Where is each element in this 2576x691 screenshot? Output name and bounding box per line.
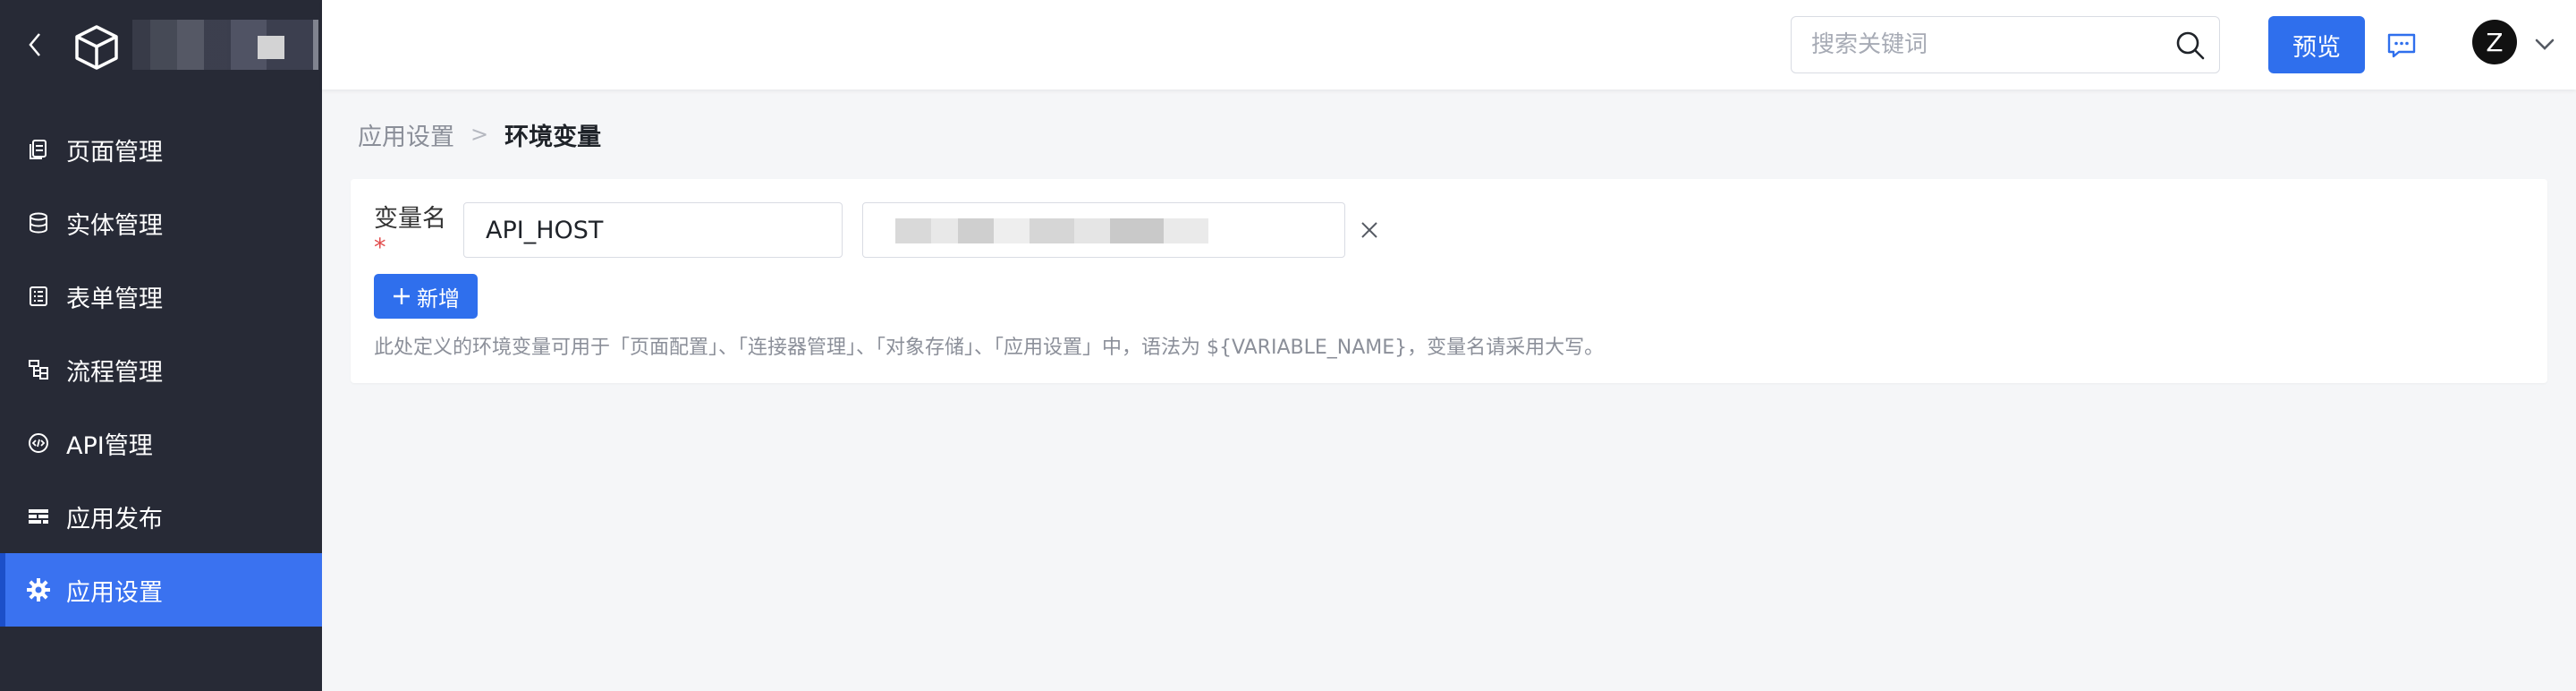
top-header: 预览 Z bbox=[322, 0, 2576, 90]
form-icon bbox=[25, 283, 52, 310]
add-variable-button[interactable]: 新增 bbox=[374, 274, 478, 319]
cube-logo-icon bbox=[75, 25, 118, 70]
variable-name-label: 变量名* bbox=[374, 205, 446, 261]
gear-icon bbox=[25, 576, 52, 603]
avatar[interactable]: Z bbox=[2472, 20, 2517, 64]
message-icon[interactable] bbox=[2386, 32, 2417, 59]
sidebar-item-label: 应用设置 bbox=[66, 578, 163, 607]
search-icon[interactable] bbox=[2174, 30, 2207, 62]
search-input[interactable] bbox=[1811, 17, 2169, 73]
sidebar-item-page[interactable]: 页面管理 bbox=[0, 113, 322, 186]
sidebar-item-entity[interactable]: 实体管理 bbox=[0, 186, 322, 260]
sidebar-item-label: 流程管理 bbox=[66, 358, 163, 387]
usage-hint: 此处定义的环境变量可用于「页面配置」、「连接器管理」、「对象存储」、「应用设置」… bbox=[374, 337, 1605, 359]
env-variables-panel: 变量名* API_HOST 新增 此处定义的环境变量可用于「页面配置」、「连接器… bbox=[351, 179, 2547, 383]
sidebar-item-label: 页面管理 bbox=[66, 138, 163, 166]
sidebar-header bbox=[0, 0, 322, 90]
back-icon[interactable] bbox=[23, 27, 47, 63]
database-icon bbox=[25, 209, 52, 236]
breadcrumb: 应用设置 > 环境变量 bbox=[358, 116, 601, 152]
sidebar-item-settings[interactable]: 应用设置 bbox=[0, 553, 322, 627]
sidebar: 页面管理 实体管理 表单管理 流程管理 API管理 应用发布 应用设置 bbox=[0, 0, 322, 691]
variable-value-input[interactable] bbox=[862, 202, 1345, 258]
app-name-redacted bbox=[132, 20, 318, 70]
publish-icon bbox=[25, 503, 52, 530]
app-root: 页面管理 实体管理 表单管理 流程管理 API管理 应用发布 应用设置 搜索关键… bbox=[0, 0, 2576, 691]
page-icon bbox=[25, 136, 52, 163]
breadcrumb-separator: > bbox=[470, 122, 489, 147]
breadcrumb-parent[interactable]: 应用设置 bbox=[358, 117, 454, 152]
sidebar-item-api[interactable]: API管理 bbox=[0, 406, 322, 480]
env-variable-row: 变量名* API_HOST bbox=[374, 202, 1381, 261]
add-variable-label: 新增 bbox=[417, 286, 460, 311]
flow-icon bbox=[25, 356, 52, 383]
variable-name-input[interactable]: API_HOST bbox=[463, 202, 843, 258]
sidebar-menu: 页面管理 实体管理 表单管理 流程管理 API管理 应用发布 应用设置 bbox=[0, 113, 322, 627]
search-box bbox=[1791, 16, 2220, 73]
sidebar-item-label: API管理 bbox=[66, 431, 153, 460]
variable-value-redacted bbox=[895, 218, 1208, 243]
preview-button[interactable]: 预览 bbox=[2268, 16, 2365, 73]
sidebar-item-form[interactable]: 表单管理 bbox=[0, 260, 322, 333]
sidebar-item-flow[interactable]: 流程管理 bbox=[0, 333, 322, 406]
sidebar-item-label: 实体管理 bbox=[66, 211, 163, 240]
plus-icon bbox=[394, 288, 410, 304]
sidebar-item-label: 应用发布 bbox=[66, 505, 163, 533]
sidebar-item-publish[interactable]: 应用发布 bbox=[0, 480, 322, 553]
close-icon[interactable] bbox=[1358, 218, 1381, 242]
chevron-down-icon[interactable] bbox=[2533, 32, 2556, 55]
api-icon bbox=[25, 430, 52, 456]
sidebar-item-label: 表单管理 bbox=[66, 285, 163, 313]
page-title: 环境变量 bbox=[504, 123, 602, 151]
